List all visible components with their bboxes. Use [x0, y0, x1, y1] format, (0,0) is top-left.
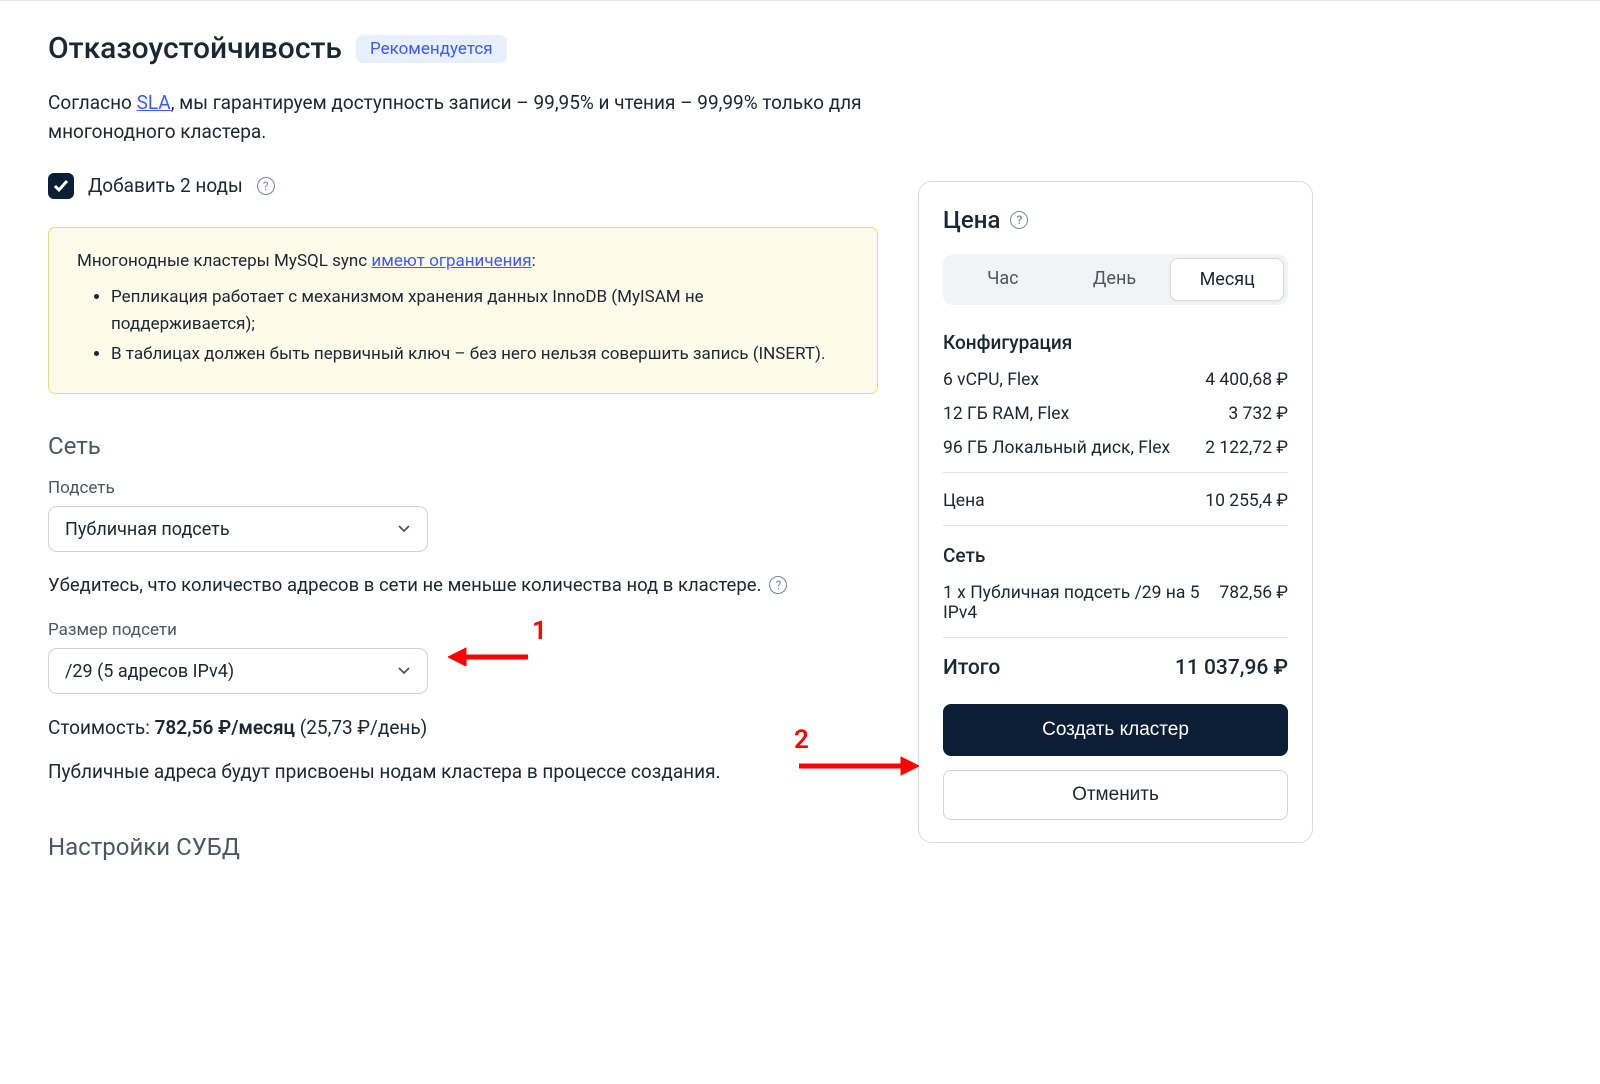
cost-suffix: (25,73 ₽/день): [295, 716, 427, 739]
ha-desc-prefix: Согласно: [48, 91, 137, 114]
divider: [943, 472, 1288, 473]
ha-desc-suffix: , мы гарантируем доступность записи – 99…: [48, 91, 862, 143]
cancel-button[interactable]: Отменить: [943, 770, 1288, 820]
subnet-value: Публичная подсеть: [65, 519, 230, 540]
network-title: Сеть: [48, 432, 878, 460]
tab-hour[interactable]: Час: [947, 258, 1059, 301]
chevron-down-icon: [397, 519, 411, 540]
price-title: Цена: [943, 206, 1000, 234]
ha-title-text: Отказоустойчивость: [48, 31, 342, 66]
price-item-value: 3 732 ₽: [1228, 404, 1288, 424]
divider: [943, 637, 1288, 638]
price-item-name: 96 ГБ Локальный диск, Flex: [943, 438, 1170, 458]
price-item-value: 782,56 ₽: [1219, 583, 1288, 623]
annotation-arrow-1: 1: [448, 642, 559, 672]
period-tabs: Час День Месяц: [943, 254, 1288, 305]
price-item-value: 2 122,72 ₽: [1205, 438, 1288, 458]
create-cluster-button[interactable]: Создать кластер: [943, 704, 1288, 756]
total-value: 11 037,96 ₽: [1175, 656, 1288, 680]
subtotal-value: 10 255,4 ₽: [1205, 491, 1288, 511]
ha-description: Согласно SLA, мы гарантируем доступность…: [48, 88, 878, 147]
subnet-size-label: Размер подсети: [48, 620, 878, 640]
ha-title: Отказоустойчивость Рекомендуется: [48, 31, 878, 66]
help-icon[interactable]: ?: [257, 177, 275, 195]
config-title: Конфигурация: [943, 331, 1288, 354]
sla-link[interactable]: SLA: [137, 91, 171, 114]
price-card: Цена ? Час День Месяц Конфигурация 6 vCP…: [918, 181, 1313, 843]
subnet-size-select[interactable]: /29 (5 адресов IPv4): [48, 648, 428, 694]
price-item-value: 4 400,68 ₽: [1205, 370, 1288, 390]
cost-prefix: Стоимость:: [48, 716, 155, 739]
network-note: Публичные адреса будут присвоены нодам к…: [48, 757, 878, 786]
subnet-select[interactable]: Публичная подсеть: [48, 506, 428, 552]
dbms-title: Настройки СУБД: [48, 833, 878, 861]
subtotal-label: Цена: [943, 491, 985, 511]
total-label: Итого: [943, 656, 1000, 680]
annotation-label-2: 2: [794, 725, 809, 755]
price-item-name: 6 vCPU, Flex: [943, 370, 1039, 390]
annotation-label-1: 1: [532, 616, 547, 646]
info-colon: :: [532, 251, 536, 271]
price-item-name: 1 x Публичная подсеть /29 на 5 IPv4: [943, 583, 1207, 623]
annotation-arrow-2: 2: [768, 751, 919, 781]
chevron-down-icon: [397, 661, 411, 682]
info-item: Репликация работает с механизмом хранени…: [111, 284, 849, 337]
add-nodes-label: Добавить 2 ноды: [88, 174, 243, 197]
tab-day[interactable]: День: [1059, 258, 1171, 301]
price-row: 1 x Публичная подсеть /29 на 5 IPv4 782,…: [943, 583, 1288, 623]
cost-line: Стоимость: 782,56 ₽/месяц (25,73 ₽/день): [48, 716, 878, 739]
tab-month[interactable]: Месяц: [1170, 258, 1284, 301]
recommended-badge: Рекомендуется: [356, 35, 507, 63]
info-intro-prefix: Многонодные кластеры MySQL sync: [77, 251, 371, 271]
cost-bold: 782,56 ₽/месяц: [155, 716, 295, 739]
add-nodes-checkbox[interactable]: [48, 173, 74, 199]
subtotal-row: Цена 10 255,4 ₽: [943, 491, 1288, 511]
subnet-label: Подсеть: [48, 478, 878, 498]
help-icon[interactable]: ?: [1010, 211, 1028, 229]
price-row: 96 ГБ Локальный диск, Flex 2 122,72 ₽: [943, 438, 1288, 458]
divider: [943, 525, 1288, 526]
net-title: Сеть: [943, 544, 1288, 567]
help-icon[interactable]: ?: [769, 576, 787, 594]
subnet-size-value: /29 (5 адресов IPv4): [65, 661, 234, 682]
info-item: В таблицах должен быть первичный ключ – …: [111, 341, 849, 367]
info-box: Многонодные кластеры MySQL sync имеют ог…: [48, 227, 878, 394]
price-item-name: 12 ГБ RAM, Flex: [943, 404, 1069, 424]
limitations-link[interactable]: имеют ограничения: [371, 251, 531, 271]
network-hint: Убедитесь, что количество адресов в сети…: [48, 574, 761, 596]
price-row: 6 vCPU, Flex 4 400,68 ₽: [943, 370, 1288, 390]
price-row: 12 ГБ RAM, Flex 3 732 ₽: [943, 404, 1288, 424]
